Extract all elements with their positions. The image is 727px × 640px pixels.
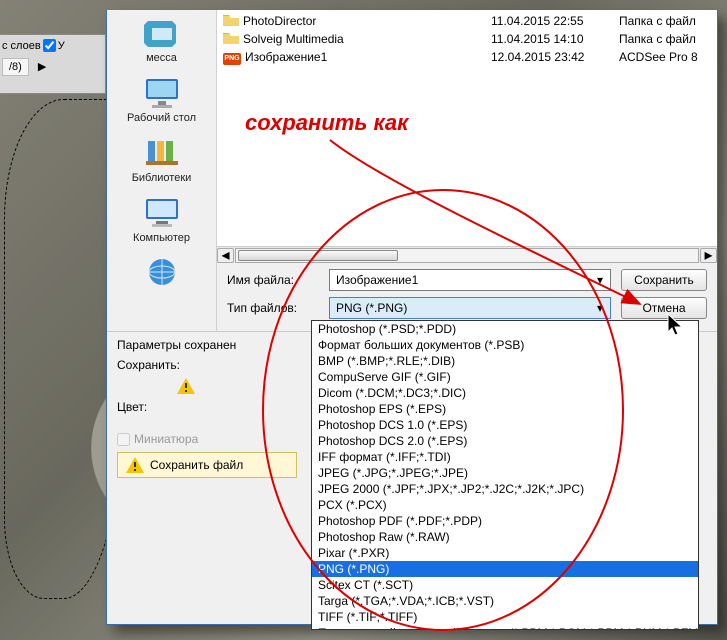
filetype-option[interactable]: PCX (*.PCX) <box>312 497 698 513</box>
file-row[interactable]: PNG Изображение1 12.04.2015 23:42 ACDSee Pr… <box>223 48 711 66</box>
filetype-option[interactable]: IFF формат (*.IFF;*.TDI) <box>312 449 698 465</box>
place-recent-label: месса <box>117 52 207 64</box>
filetype-option[interactable]: Переносимый растровый формат (*.PBM;*.PG… <box>312 625 698 630</box>
place-libraries[interactable]: Библиотеки <box>117 134 207 184</box>
filetype-option[interactable]: Targa (*.TGA;*.VDA;*.ICB;*.VST) <box>312 593 698 609</box>
file-list-area: PhotoDirector 11.04.2015 22:55 Папка с фай… <box>217 10 717 331</box>
filetype-dropdown[interactable]: Photoshop (*.PSD;*.PDD)Формат больших до… <box>311 320 699 630</box>
filename-input[interactable]: Изображение1 ▾ <box>329 269 611 291</box>
filetype-option[interactable]: Photoshop EPS (*.EPS) <box>312 401 698 417</box>
place-desktop-label: Рабочий стол <box>117 112 207 124</box>
save-as-label: Сохранить: <box>117 358 209 372</box>
scroll-right-button[interactable]: ▸ <box>700 248 717 263</box>
filetype-option[interactable]: Photoshop PDF (*.PDF;*.PDP) <box>312 513 698 529</box>
file-type: ACDSee Pro 8 <box>619 50 711 64</box>
scroll-thumb[interactable] <box>238 250 398 261</box>
layers-check-label: У <box>58 40 65 52</box>
png-icon: PNG <box>223 53 241 65</box>
filetype-option[interactable]: Scitex CT (*.SCT) <box>312 577 698 593</box>
filetype-option[interactable]: CompuServe GIF (*.GIF) <box>312 369 698 385</box>
layers-text: с слоев <box>2 40 41 52</box>
scroll-left-button[interactable]: ◂ <box>217 248 234 263</box>
png-icon: PNG <box>223 49 241 65</box>
place-network[interactable] <box>117 254 207 292</box>
file-row[interactable]: PhotoDirector 11.04.2015 22:55 Папка с фай… <box>223 12 711 30</box>
filetype-option[interactable]: Photoshop (*.PSD;*.PDD) <box>312 321 698 337</box>
file-row[interactable]: Solveig Multimedia 11.04.2015 14:10 Папка … <box>223 30 711 48</box>
zoom-fraction: /8) <box>2 58 29 76</box>
place-desktop[interactable]: Рабочий стол <box>117 74 207 124</box>
color-label: Цвет: <box>117 400 209 414</box>
filetype-option[interactable]: Dicom (*.DCM;*.DC3;*.DIC) <box>312 385 698 401</box>
file-type: Папка с файл <box>619 32 711 46</box>
folder-icon <box>223 13 239 30</box>
place-libraries-label: Библиотеки <box>117 172 207 184</box>
chevron-down-icon[interactable]: ▾ <box>592 300 608 316</box>
chevron-down-icon[interactable]: ▾ <box>592 272 608 288</box>
filetype-option[interactable]: Формат больших документов (*.PSB) <box>312 337 698 353</box>
places-bar: месса Рабочий стол Библиотеки Компьютер <box>107 10 217 331</box>
filetype-option[interactable]: Pixar (*.PXR) <box>312 545 698 561</box>
file-name: Изображение1 <box>245 50 327 64</box>
filetype-option[interactable]: Photoshop DCS 2.0 (*.EPS) <box>312 433 698 449</box>
cancel-button-label: Отмена <box>642 301 685 315</box>
place-recent[interactable]: месса <box>117 14 207 64</box>
save-button[interactable]: Сохранить <box>621 269 707 291</box>
cancel-button[interactable]: Отмена <box>621 297 707 319</box>
filetype-value: PNG (*.PNG) <box>336 301 407 315</box>
file-name: PhotoDirector <box>243 14 316 28</box>
filename-label: Имя файла: <box>227 273 319 287</box>
scroll-track[interactable] <box>235 248 699 263</box>
file-type: Папка с файл <box>619 14 711 28</box>
bottom-warning-bar: Сохранить файл <box>117 452 297 478</box>
filetype-combo[interactable]: PNG (*.PNG) ▾ <box>329 297 611 319</box>
layers-panel-fragment: с слоев У /8) ▶ <box>0 34 106 94</box>
folder-icon <box>223 31 239 48</box>
filetype-option[interactable]: PNG (*.PNG) <box>312 561 698 577</box>
place-computer-label: Компьютер <box>117 232 207 244</box>
thumbnail-checkbox[interactable]: Миниатюра <box>117 432 198 446</box>
file-date: 12.04.2015 23:42 <box>491 50 613 64</box>
filetype-option[interactable]: JPEG (*.JPG;*.JPEG;*.JPE) <box>312 465 698 481</box>
warning-icon <box>177 378 195 394</box>
thumbnail-label: Миниатюра <box>134 432 198 446</box>
place-computer[interactable]: Компьютер <box>117 194 207 244</box>
horizontal-scrollbar[interactable]: ◂ ▸ <box>217 246 717 263</box>
file-date: 11.04.2015 22:55 <box>491 14 613 28</box>
filetype-option[interactable]: Photoshop Raw (*.RAW) <box>312 529 698 545</box>
bottom-warning-text: Сохранить файл <box>150 458 243 472</box>
filename-value: Изображение1 <box>336 273 418 287</box>
filetype-label: Тип файлов: <box>227 301 319 315</box>
params-header: Параметры сохранен <box>117 338 236 352</box>
layers-checkbox[interactable] <box>43 39 56 52</box>
file-name: Solveig Multimedia <box>243 32 344 46</box>
filetype-option[interactable]: TIFF (*.TIF;*.TIFF) <box>312 609 698 625</box>
file-list[interactable]: PhotoDirector 11.04.2015 22:55 Папка с фай… <box>217 10 717 246</box>
file-date: 11.04.2015 14:10 <box>491 32 613 46</box>
filetype-option[interactable]: BMP (*.BMP;*.RLE;*.DIB) <box>312 353 698 369</box>
filetype-option[interactable]: JPEG 2000 (*.JPF;*.JPX;*.JP2;*.J2C;*.J2K… <box>312 481 698 497</box>
save-button-label: Сохранить <box>634 273 694 287</box>
warning-icon <box>126 457 144 473</box>
filetype-option[interactable]: Photoshop DCS 1.0 (*.EPS) <box>312 417 698 433</box>
